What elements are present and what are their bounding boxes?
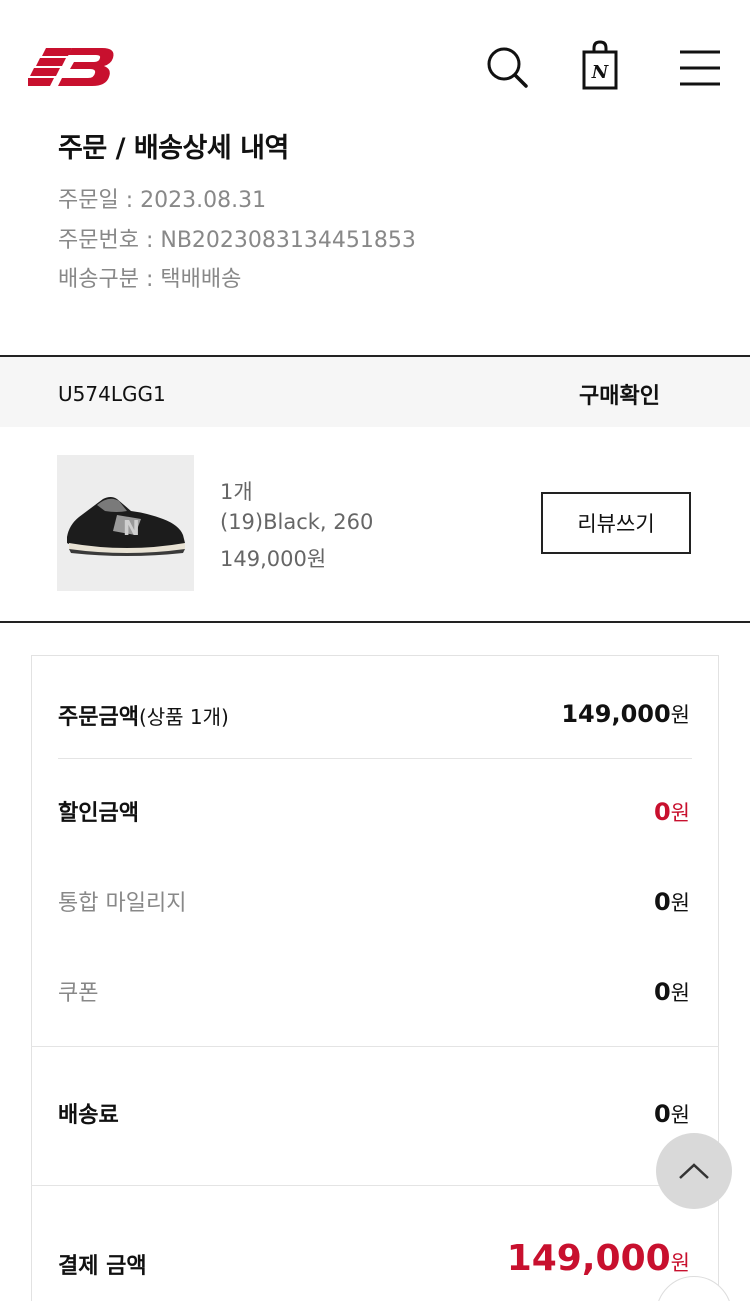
product-option: (19)Black, 260	[220, 510, 374, 534]
discount-label: 할인금액	[58, 801, 139, 826]
coupon-value: 0원	[654, 977, 690, 1007]
product-code: U574LGG1	[58, 382, 166, 406]
divider	[31, 1185, 719, 1186]
currency-unit: 원	[670, 891, 690, 915]
payment-amount-value: 149,000원	[507, 1238, 690, 1279]
mileage-label: 통합 마일리지	[58, 891, 187, 916]
coupon-number: 0	[653, 978, 671, 1006]
shipping-type: 배송구분 : 택배배송	[58, 267, 242, 292]
write-review-button[interactable]: 리뷰쓰기	[541, 492, 691, 554]
shipping-fee-label: 배송료	[58, 1103, 119, 1128]
currency-unit: 원	[670, 703, 690, 727]
new-balance-logo[interactable]	[28, 42, 116, 90]
order-date: 주문일 : 2023.08.31	[58, 188, 267, 213]
shopping-bag-icon[interactable]: N	[576, 40, 624, 92]
coupon-label: 쿠폰	[58, 981, 99, 1006]
payment-amount-number: 149,000	[506, 1238, 671, 1279]
currency-unit: 원	[670, 801, 690, 825]
search-icon[interactable]	[482, 40, 530, 92]
divider	[31, 1046, 719, 1047]
product-quantity: 1개	[220, 480, 253, 504]
order-amount-row: 주문금액(상품 1개)	[58, 699, 229, 731]
payment-amount-label: 결제 금액	[58, 1254, 147, 1279]
order-amount-value: 149,000원	[561, 699, 690, 729]
purchase-status: 구매확인	[579, 384, 660, 409]
currency-unit: 원	[670, 981, 690, 1005]
scroll-top-button[interactable]	[656, 1133, 732, 1209]
order-amount-number: 149,000	[561, 700, 671, 728]
svg-text:N: N	[123, 516, 140, 540]
hamburger-menu-icon[interactable]	[676, 40, 724, 92]
shipping-fee-value: 0원	[654, 1099, 690, 1129]
divider	[58, 758, 692, 759]
discount-number: 0	[653, 798, 671, 826]
currency-unit: 원	[670, 1103, 690, 1127]
order-number: 주문번호 : NB2023083134451853	[58, 228, 416, 253]
discount-value: 0원	[654, 797, 690, 827]
mileage-number: 0	[653, 888, 671, 916]
svg-text:N: N	[591, 62, 610, 83]
chevron-up-icon	[679, 1163, 709, 1179]
currency-unit: 원	[670, 1251, 690, 1275]
divider	[0, 621, 750, 623]
order-amount-label: 주문금액	[58, 705, 139, 730]
product-price: 149,000원	[220, 547, 327, 571]
page-title: 주문 / 배송상세 내역	[58, 133, 289, 164]
order-amount-sub: (상품 1개)	[138, 705, 229, 729]
product-image[interactable]: N	[57, 455, 194, 591]
shipping-fee-number: 0	[653, 1100, 671, 1128]
mileage-value: 0원	[654, 887, 690, 917]
header: N	[0, 0, 750, 120]
payment-summary	[31, 655, 719, 1301]
